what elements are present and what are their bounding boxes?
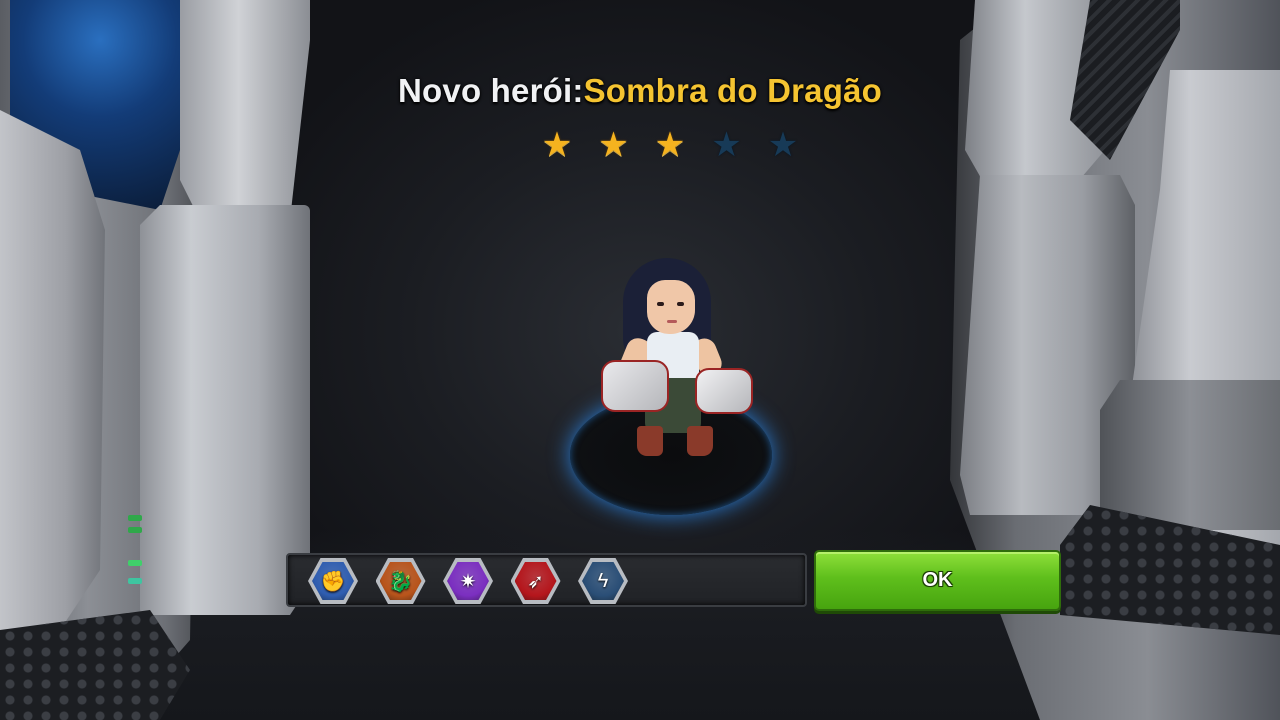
star-empty-icon: ★ [767, 126, 799, 164]
left-gauntlet [601, 360, 669, 412]
star-rating: ★ ★ ★ ★ ★ [530, 128, 810, 168]
right-machine-foot [1100, 380, 1280, 530]
hero-character [595, 250, 760, 465]
status-led [128, 578, 142, 584]
status-led [128, 515, 142, 521]
skill-lightning-icon[interactable]: ϟ [578, 558, 628, 604]
skill-dragon-icon[interactable]: 🐉 [375, 558, 426, 604]
skill-fist-icon[interactable]: ✊ [308, 558, 358, 604]
skill-energy-burst-icon[interactable]: ✷ [443, 558, 493, 604]
hero-name: Sombra do Dragão [583, 72, 882, 109]
skill-bar: ✊ 🐉 ✷ ➶ ϟ [286, 553, 807, 607]
ok-button-label: OK [922, 569, 953, 591]
title-prefix: Novo herói: [398, 72, 584, 109]
star-empty-icon: ★ [711, 126, 742, 164]
ok-button[interactable]: OK [814, 550, 1061, 611]
left-machine-top [180, 0, 310, 220]
status-led [128, 527, 142, 533]
new-hero-title: Novo herói:Sombra do Dragão [0, 72, 1280, 110]
skill-flying-kick-icon[interactable]: ➶ [510, 558, 561, 604]
star-filled-icon: ★ [654, 126, 686, 164]
status-led [128, 560, 142, 566]
right-gauntlet [695, 368, 753, 414]
left-machine-panel [140, 205, 310, 615]
star-filled-icon: ★ [541, 126, 573, 164]
star-filled-icon: ★ [598, 126, 629, 164]
